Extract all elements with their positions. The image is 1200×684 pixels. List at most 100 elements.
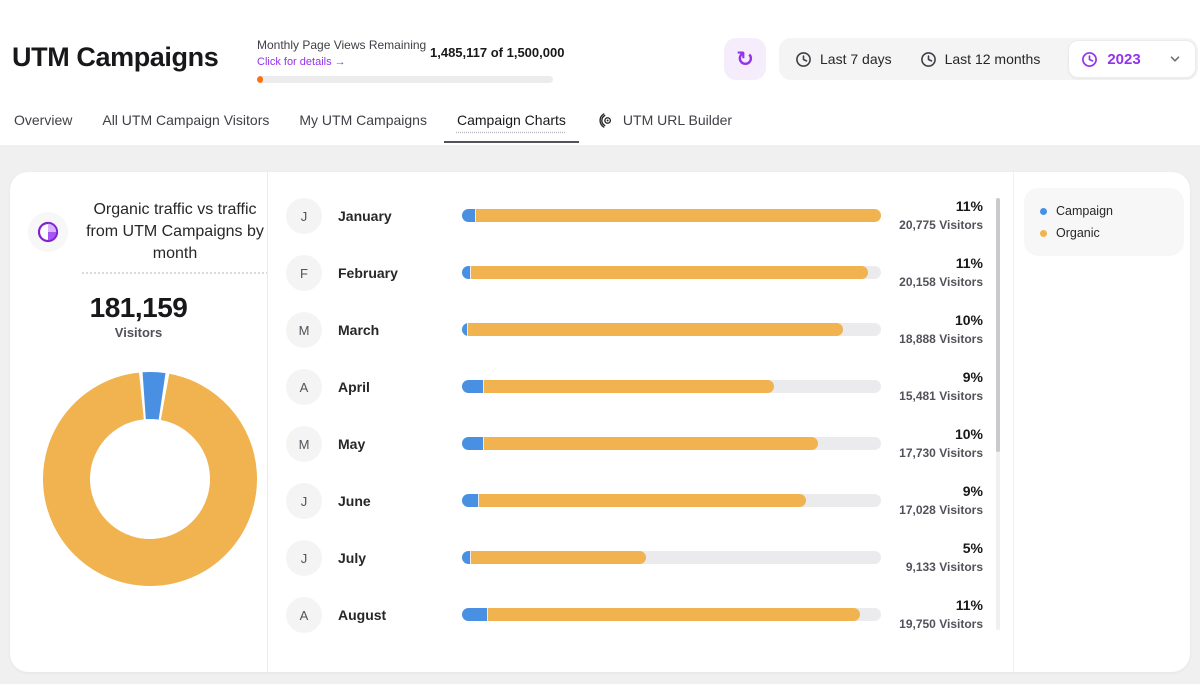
visitors-count: 17,028 Visitors [899, 504, 983, 517]
bar-track [462, 551, 881, 564]
legend-item-campaign[interactable]: Campaign [1040, 200, 1168, 222]
total-visitors-value: 181,159 [10, 292, 267, 324]
visitors-count: 18,888 Visitors [899, 333, 983, 346]
chart-legend: CampaignOrganic [1024, 188, 1184, 256]
bar-segment-campaign [462, 323, 467, 336]
year-selector[interactable]: 2023 [1068, 40, 1196, 78]
bar-segment-organic [479, 494, 806, 507]
month-name: April [338, 379, 370, 395]
month-avatar: M [286, 426, 322, 462]
bar-track [462, 266, 881, 279]
page-title: UTM Campaigns [12, 42, 218, 73]
month-avatar: J [286, 483, 322, 519]
month-rows: J January 11% 20,775 Visitors F February… [268, 172, 988, 672]
share-percent: 9% [899, 484, 983, 499]
visitors-count: 17,730 Visitors [899, 447, 983, 460]
total-visitors-label: Visitors [10, 325, 267, 340]
visitors-count: 15,481 Visitors [899, 390, 983, 403]
row-stats: 10% 18,888 Visitors [899, 313, 983, 346]
bar-fill[interactable] [462, 551, 646, 564]
header: UTM Campaigns Monthly Page Views Remaini… [0, 0, 1200, 95]
month-row: J January 11% 20,775 Visitors [268, 188, 988, 244]
share-percent: 11% [899, 199, 983, 214]
tab-campaign-charts[interactable]: Campaign Charts [457, 112, 566, 128]
bar-track [462, 437, 881, 450]
share-percent: 10% [899, 427, 983, 442]
bar-segment-organic [471, 266, 868, 279]
tab-label: Campaign Charts [457, 112, 566, 128]
range-last-7-days[interactable]: Last 7 days [795, 51, 892, 68]
month-row: F February 11% 20,158 Visitors [268, 245, 988, 301]
tab-label: Overview [14, 112, 72, 128]
month-row: J July 5% 9,133 Visitors [268, 530, 988, 586]
share-percent: 10% [899, 313, 983, 328]
year-label: 2023 [1107, 51, 1140, 68]
clock-icon [920, 51, 937, 68]
tab-label: My UTM Campaigns [299, 112, 427, 128]
bar-segment-organic [476, 209, 881, 222]
bar-segment-campaign [462, 266, 470, 279]
bar-fill[interactable] [462, 209, 881, 222]
main-area: Organic traffic vs traffic from UTM Camp… [0, 145, 1200, 684]
month-name: July [338, 550, 366, 566]
usage-block: Monthly Page Views Remaining Click for d… [257, 38, 426, 68]
usage-details-link[interactable]: Click for details → [257, 56, 426, 68]
month-row: M May 10% 17,730 Visitors [268, 416, 988, 472]
row-stats: 11% 20,775 Visitors [899, 199, 983, 232]
share-percent: 5% [906, 541, 983, 556]
clock-icon [1081, 51, 1098, 68]
bar-fill[interactable] [462, 494, 806, 507]
range-label: Last 7 days [820, 51, 892, 67]
usage-label: Monthly Page Views Remaining [257, 38, 426, 52]
share-percent: 9% [899, 370, 983, 385]
bar-track [462, 209, 881, 222]
refresh-button[interactable]: ↻ [724, 38, 766, 80]
legend-item-organic[interactable]: Organic [1040, 222, 1168, 244]
usage-progress-fill [257, 76, 263, 83]
usage-value: 1,485,117 of 1,500,000 [430, 45, 564, 60]
usage-progress-bar [257, 76, 553, 83]
month-name: February [338, 265, 398, 281]
legend-dot [1040, 208, 1047, 215]
tab-label: All UTM Campaign Visitors [102, 112, 269, 128]
month-avatar: J [286, 198, 322, 234]
visitors-count: 20,775 Visitors [899, 219, 983, 232]
tab-utm-url-builder[interactable]: UTM URL Builder [596, 111, 732, 130]
chevron-down-icon [1167, 51, 1183, 67]
month-name: January [338, 208, 392, 224]
bar-segment-organic [471, 551, 646, 564]
tab-overview[interactable]: Overview [14, 112, 72, 128]
bar-fill[interactable] [462, 323, 843, 336]
bar-segment-organic [484, 380, 775, 393]
clock-icon [795, 51, 812, 68]
visitors-count: 19,750 Visitors [899, 618, 983, 631]
visitors-count: 9,133 Visitors [906, 561, 983, 574]
bar-fill[interactable] [462, 380, 774, 393]
range-last-12-months[interactable]: Last 12 months [920, 51, 1041, 68]
bar-track [462, 494, 881, 507]
legend-dot [1040, 230, 1047, 237]
month-avatar: A [286, 597, 322, 633]
bar-fill[interactable] [462, 437, 818, 450]
month-name: May [338, 436, 365, 452]
bar-segment-campaign [462, 608, 487, 621]
share-percent: 11% [899, 256, 983, 271]
bar-fill[interactable] [462, 608, 860, 621]
bar-track [462, 323, 881, 336]
bar-fill[interactable] [462, 266, 868, 279]
tab-all-utm-campaign-visitors[interactable]: All UTM Campaign Visitors [102, 112, 269, 128]
scrollbar-thumb[interactable] [996, 198, 1000, 452]
month-avatar: M [286, 312, 322, 348]
bar-segment-organic [488, 608, 860, 621]
tab-bar: Overview All UTM Campaign Visitors My UT… [0, 95, 1200, 145]
pie-chart-icon [28, 212, 68, 252]
row-stats: 11% 19,750 Visitors [899, 598, 983, 631]
range-label: Last 12 months [945, 51, 1041, 67]
donut-chart [43, 372, 257, 586]
visitors-count: 20,158 Visitors [899, 276, 983, 289]
row-stats: 5% 9,133 Visitors [906, 541, 983, 574]
row-stats: 10% 17,730 Visitors [899, 427, 983, 460]
row-stats: 9% 15,481 Visitors [899, 370, 983, 403]
bar-track [462, 380, 881, 393]
tab-my-utm-campaigns[interactable]: My UTM Campaigns [299, 112, 427, 128]
